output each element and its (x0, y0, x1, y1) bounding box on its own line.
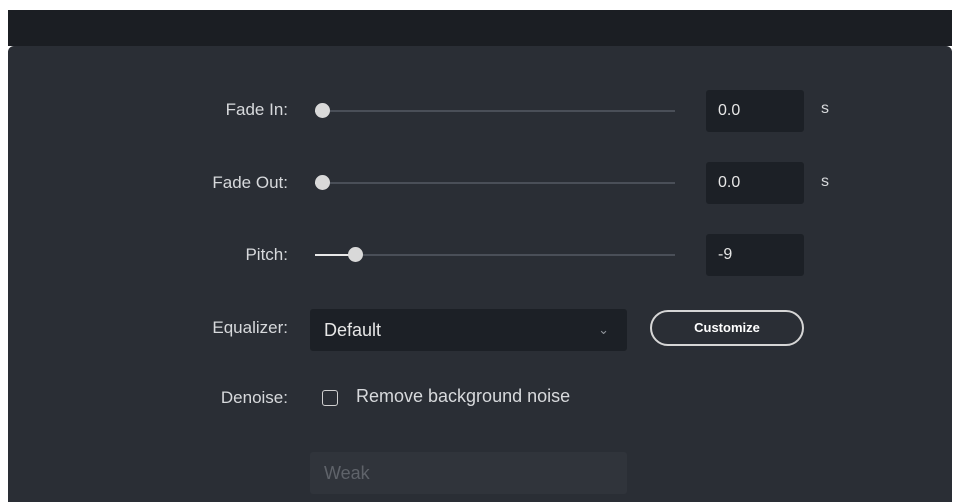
denoise-label: Denoise: (220, 388, 288, 407)
fade-out-slider[interactable] (315, 175, 675, 190)
remove-background-noise-label[interactable]: Remove background noise (356, 386, 570, 407)
top-bar (8, 10, 952, 46)
denoise-level-select: Weak (310, 452, 627, 494)
fade-out-unit: s (821, 173, 829, 190)
pitch-slider-thumb[interactable] (348, 247, 363, 262)
fade-out-input[interactable]: 0.0 (706, 162, 804, 204)
fade-in-unit: s (821, 100, 829, 117)
customize-button[interactable]: Customize (650, 310, 804, 346)
equalizer-selected-value: Default (324, 320, 382, 340)
pitch-slider[interactable] (315, 247, 675, 262)
fade-in-slider-thumb[interactable] (315, 103, 330, 118)
pitch-input[interactable]: -9 (706, 234, 804, 276)
fade-in-slider[interactable] (315, 103, 675, 118)
remove-background-noise-checkbox[interactable] (322, 390, 338, 406)
fade-out-label: Fade Out: (212, 173, 288, 192)
equalizer-select[interactable]: Default ⌄ (310, 309, 627, 351)
fade-out-slider-thumb[interactable] (315, 175, 330, 190)
chevron-down-icon: ⌄ (598, 322, 609, 337)
fade-in-label: Fade In: (225, 100, 288, 119)
pitch-label: Pitch: (245, 245, 288, 264)
equalizer-label: Equalizer: (212, 318, 288, 337)
fade-in-input[interactable]: 0.0 (706, 90, 804, 132)
